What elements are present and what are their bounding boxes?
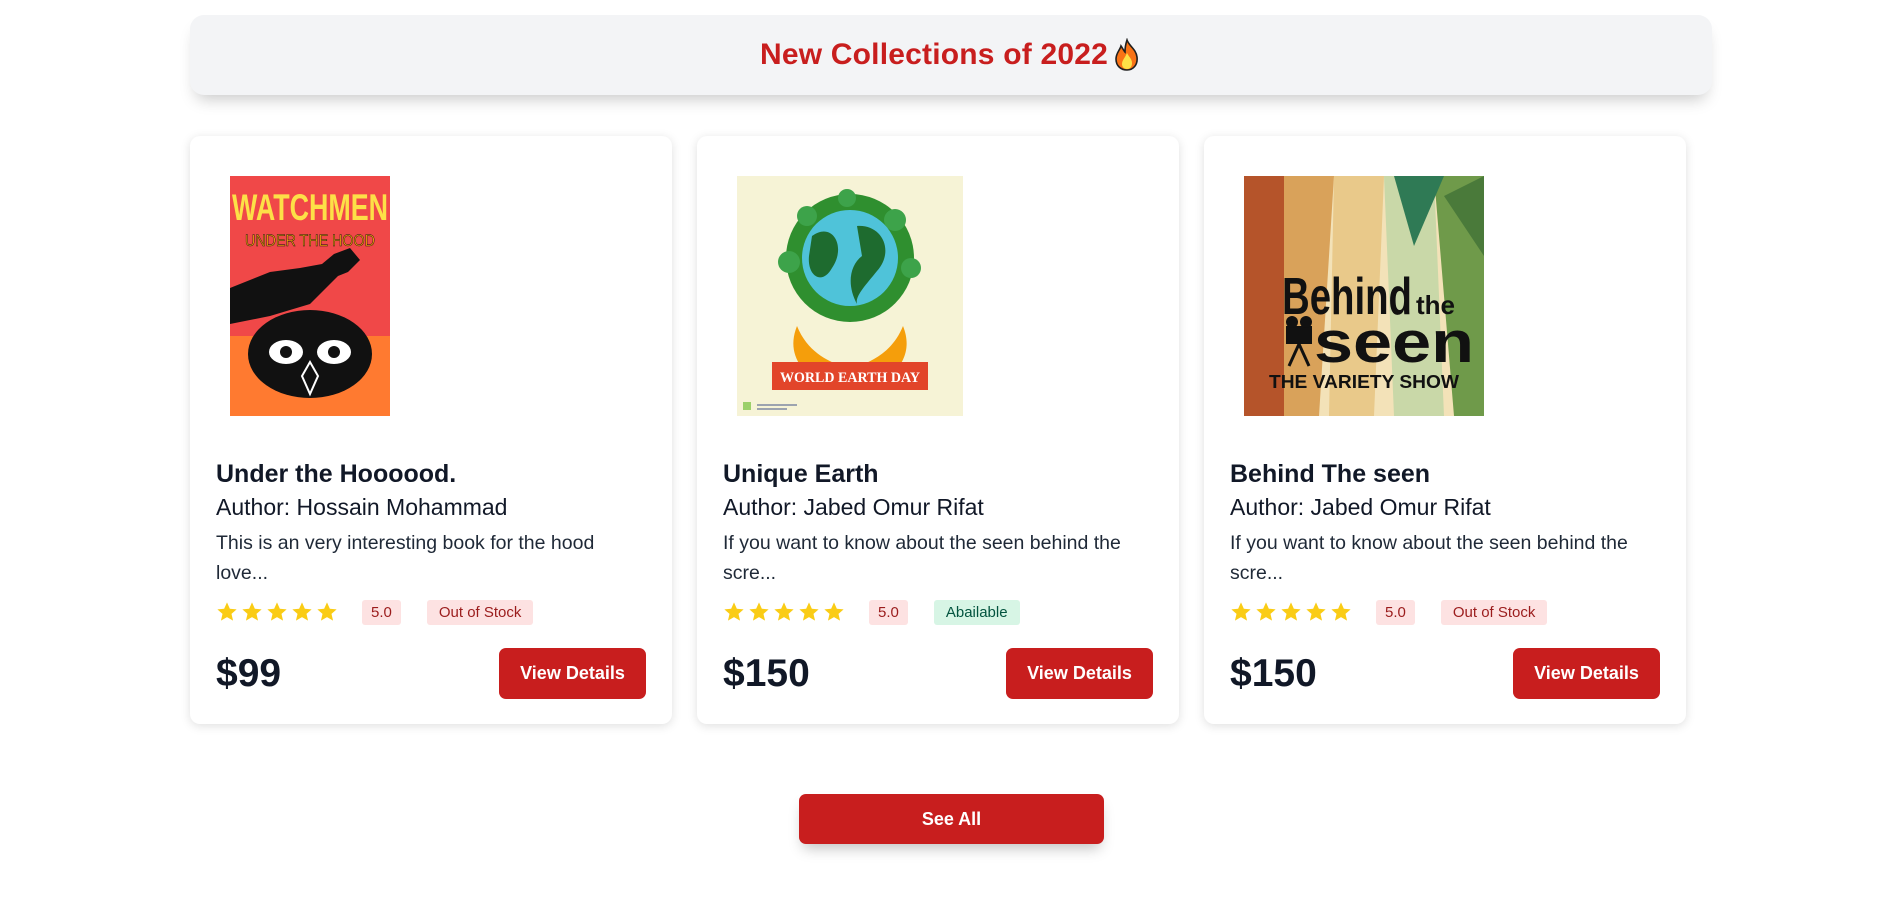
book-title: Under the Hoooood.	[216, 460, 457, 488]
book-description: If you want to know about the seen behin…	[723, 532, 1121, 584]
book-author: Author: Hossain Mohammad	[216, 494, 508, 520]
book-card: WORLD EARTH DAY Unique Earth Author: Jab…	[697, 136, 1179, 724]
section-title: New Collections of 2022	[759, 38, 1109, 71]
stock-status-badge: Out of Stock	[1440, 599, 1548, 625]
star-icon	[317, 602, 337, 621]
star-icon	[242, 602, 262, 621]
book-card: Behind the seen THE VARIETY SHOW Behind …	[1204, 136, 1686, 724]
star-icon	[1281, 602, 1301, 621]
star-icon	[1231, 602, 1251, 621]
book-price: $150	[1230, 652, 1317, 695]
rating-badge: 5.0	[362, 599, 401, 625]
star-icon	[1331, 602, 1351, 621]
star-icon	[824, 602, 844, 621]
star-icon	[292, 602, 312, 621]
section-header: New Collections of 2022	[190, 15, 1712, 95]
view-details-button[interactable]: View Details	[499, 648, 646, 699]
rating-badge: 5.0	[869, 599, 908, 625]
book-meta: 5.0 Out of Stock	[1230, 598, 1548, 626]
book-description: If you want to know about the seen behin…	[1230, 532, 1628, 584]
star-icon	[1256, 602, 1276, 621]
star-icon	[1306, 602, 1326, 621]
book-price: $99	[216, 652, 282, 695]
star-rating	[723, 601, 845, 623]
book-card: WATCHMEN UNDER THE HOOD Under the Hooooo…	[190, 136, 672, 724]
book-author: Author: Jabed Omur Rifat	[723, 494, 984, 520]
star-icon	[774, 602, 794, 621]
book-meta: 5.0 Abailable	[723, 598, 1020, 626]
book-title: Unique Earth	[723, 460, 879, 488]
cover-title-text: WORLD EARTH DAY	[780, 370, 920, 386]
star-rating	[1230, 601, 1352, 623]
stock-status-badge: Abailable	[933, 599, 1020, 625]
cover-word-seen: seen	[1314, 310, 1474, 375]
star-icon	[267, 602, 287, 621]
book-price: $150	[723, 652, 810, 695]
book-author: Author: Jabed Omur Rifat	[1230, 494, 1491, 520]
book-title: Behind The seen	[1230, 460, 1431, 488]
book-cover-image: WORLD EARTH DAY	[737, 176, 963, 416]
view-details-button[interactable]: View Details	[1006, 648, 1153, 699]
cover-subtitle-text: UNDER THE HOOD	[245, 231, 375, 250]
star-icon	[749, 602, 769, 621]
star-rating	[216, 601, 338, 623]
book-description: This is an very interesting book for the…	[216, 532, 595, 584]
star-icon	[799, 602, 819, 621]
fire-icon	[1115, 38, 1138, 71]
view-details-button[interactable]: View Details	[1513, 648, 1660, 699]
stock-status-badge: Out of Stock	[426, 599, 534, 625]
book-cover-image: Behind the seen THE VARIETY SHOW	[1244, 176, 1484, 416]
book-meta: 5.0 Out of Stock	[216, 598, 534, 626]
cover-subtitle-text: THE VARIETY SHOW	[1269, 372, 1459, 392]
cover-title-text: WATCHMEN	[232, 187, 388, 228]
book-cover-image: WATCHMEN UNDER THE HOOD	[230, 176, 390, 416]
rating-badge: 5.0	[1376, 599, 1415, 625]
star-icon	[724, 602, 744, 621]
star-icon	[217, 602, 237, 621]
see-all-button[interactable]: See All	[799, 794, 1104, 844]
